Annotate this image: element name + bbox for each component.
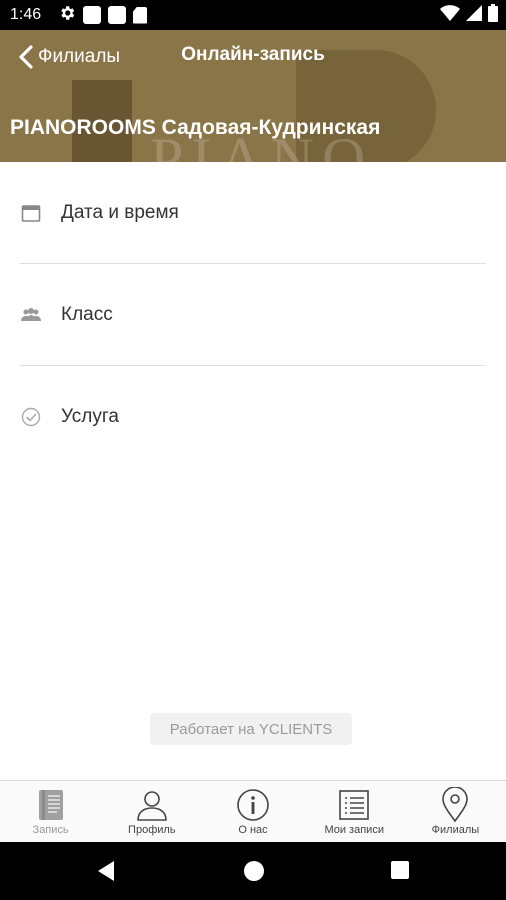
check-circle-icon	[20, 406, 42, 428]
calendar-icon	[20, 202, 42, 224]
profile-icon	[134, 787, 170, 823]
menu-item-label: Услуга	[61, 406, 119, 427]
tab-label: Филиалы	[431, 824, 480, 836]
tab-booking[interactable]: Запись	[0, 781, 101, 842]
tab-label: Профиль	[128, 824, 176, 836]
branch-name: PIANOROOMS Садовая-Кудринская	[10, 116, 381, 139]
battery-icon	[488, 3, 498, 27]
signal-icon	[466, 4, 482, 26]
status-left-icons	[58, 4, 147, 27]
status-bar: 1:46	[0, 0, 506, 30]
tab-branches[interactable]: Филиалы	[405, 781, 506, 842]
menu-item-date-time[interactable]: Дата и время	[20, 162, 486, 264]
wifi-icon	[440, 4, 460, 26]
system-navigation-bar	[0, 842, 506, 900]
powered-by-badge[interactable]: Работает на YCLIENTS	[150, 713, 352, 745]
tab-label: Запись	[32, 824, 69, 836]
menu-item-class[interactable]: Класс	[20, 264, 486, 366]
menu-item-service[interactable]: Услуга	[20, 366, 486, 468]
menu-item-label: Дата и время	[61, 201, 179, 223]
page-title-text: Онлайн-запись	[181, 44, 325, 65]
tab-label: О нас	[238, 824, 268, 836]
status-right-icons	[440, 3, 498, 27]
menu-item-label: Класс	[61, 303, 113, 325]
bottom-tab-bar: Запись Профиль О нас Мои записи Филиалы	[0, 780, 506, 842]
home-circle-icon[interactable]	[243, 860, 265, 887]
recents-square-icon[interactable]	[390, 860, 410, 885]
location-pin-icon	[437, 787, 473, 823]
tab-profile[interactable]: Профиль	[101, 781, 202, 842]
info-icon	[235, 787, 271, 823]
tab-label: Мои записи	[324, 824, 384, 836]
notification-square-icon	[83, 6, 101, 24]
status-time: 1:46	[10, 6, 42, 23]
tab-my-bookings[interactable]: Мои записи	[304, 781, 405, 842]
notification-square-icon	[108, 6, 126, 24]
book-icon	[33, 787, 69, 823]
back-triangle-icon[interactable]	[96, 860, 116, 887]
people-icon	[20, 304, 42, 326]
header: PIANO Филиалы Онлайн-запись PIANOROOMS С…	[0, 30, 506, 162]
tab-about[interactable]: О нас	[202, 781, 303, 842]
list-icon	[336, 787, 372, 823]
gear-icon	[58, 4, 76, 27]
page-title: Онлайн-запись	[0, 44, 506, 66]
booking-steps-list: Дата и время Класс Услуга	[0, 162, 506, 468]
sd-card-icon	[133, 6, 147, 24]
